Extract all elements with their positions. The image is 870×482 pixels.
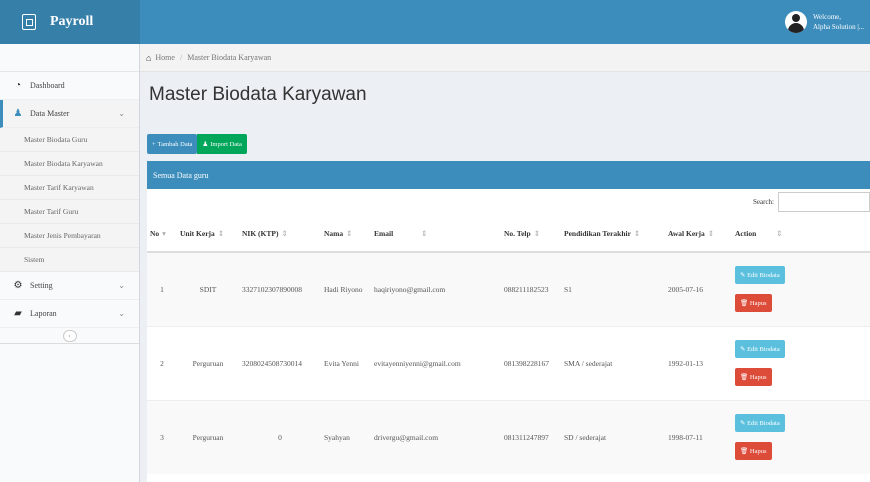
dashboard-icon: ◔ [14, 80, 22, 91]
col-header-nama[interactable]: Nama ⇕ [321, 216, 371, 253]
panel-header: Semua Data guru [147, 161, 870, 189]
sidebar-subitem-biodata-guru[interactable]: Master Biodata Guru [0, 128, 139, 152]
add-data-button[interactable]: + Tambah Data [147, 134, 198, 154]
col-header-awal[interactable]: Awal Kerja ⇕ [665, 216, 732, 253]
page-title: Master Biodata Karyawan [149, 84, 367, 105]
table-row: 1 SDIT 3327102307890008 Hadi Riyono haqi… [147, 251, 870, 326]
import-data-button[interactable]: ♟ Import Data [197, 134, 247, 154]
delete-button[interactable]: 🗑 Hapus [735, 368, 772, 386]
table-row: 3 Perguruan 0 Syahyan drivergu@gmail.com… [147, 399, 870, 474]
sidebar-item-label: Data Master [30, 109, 70, 118]
sidebar-subitem-tarif-karyawan[interactable]: Master Tarif Karyawan [0, 176, 139, 200]
data-table: No ▾ Unit Kerja ⇕ NIK (KTP) ⇕ Nama ⇕ Email ⇕ … [147, 216, 870, 474]
breadcrumb-home[interactable]: Home [155, 53, 175, 62]
user-menu[interactable]: Welcome, Alpha Solution |... [785, 11, 870, 33]
user-icon: ♟ [13, 108, 23, 119]
sidebar-collapse[interactable]: ‹ [0, 328, 139, 344]
sidebar-item-dashboard[interactable]: ◔ Dashboard [0, 72, 139, 100]
col-header-pendidikan[interactable]: Pendidikan Terakhir ⇕ [561, 216, 665, 253]
sidebar-subitem-tarif-guru[interactable]: Master Tarif Guru [0, 200, 139, 224]
gears-icon: ⚙ [13, 280, 23, 291]
sidebar-subitem-biodata-karyawan[interactable]: Master Biodata Karyawan [0, 152, 139, 176]
col-header-action: Action ⇕ [732, 216, 870, 253]
app-brand[interactable]: Payroll [0, 0, 140, 44]
edit-biodata-button[interactable]: ✎ Edit Biodata [735, 340, 785, 358]
sidebar-item-label: Setting [30, 281, 53, 290]
search-label: Search: [753, 198, 774, 206]
plus-icon: + [152, 140, 156, 148]
search-input[interactable] [778, 192, 870, 212]
payroll-logo-icon [22, 14, 36, 30]
user-icon: ♟ [202, 141, 209, 148]
user-greeting: Welcome, [813, 13, 842, 21]
col-header-no[interactable]: No ▾ [147, 216, 177, 253]
sidebar-item-data-master[interactable]: ♟ Data Master ⌄ [0, 100, 139, 128]
user-name: Alpha Solution |... [813, 23, 864, 31]
col-header-email[interactable]: Email ⇕ [371, 216, 501, 253]
table-row: 2 Perguruan 3208024508730014 Evita Yenni… [147, 325, 870, 400]
top-navbar: Payroll Welcome, Alpha Solution |... [0, 0, 870, 44]
panel-title: Semua Data guru [153, 170, 209, 180]
main-content: ⌂ Home / Master Biodata Karyawan Master … [140, 44, 870, 482]
search-box: Search: [753, 192, 870, 212]
panel-body: Search: No ▾ Unit Kerja ⇕ NIK (KTP) ⇕ Nama ⇕… [147, 189, 870, 482]
breadcrumb: ⌂ Home / Master Biodata Karyawan [140, 44, 870, 72]
breadcrumb-current: Master Biodata Karyawan [187, 53, 272, 62]
sidebar-subitem-jenis-pembayaran[interactable]: Master Jenis Pembayaran [0, 224, 139, 248]
col-header-telp[interactable]: No. Telp ⇕ [501, 216, 561, 253]
book-icon: ▰ [14, 308, 22, 319]
collapse-icon: ‹ [62, 329, 77, 342]
col-header-nik[interactable]: NIK (KTP) ⇕ [239, 216, 321, 253]
sidebar-subitem-sistem[interactable]: Sistem [0, 248, 139, 272]
edit-biodata-button[interactable]: ✎ Edit Biodata [735, 414, 785, 433]
chevron-down-icon: ⌄ [118, 109, 125, 118]
delete-button[interactable]: 🗑 Hapus [735, 442, 772, 461]
app-title: Payroll [50, 14, 94, 29]
sidebar: ◔ Dashboard ♟ Data Master ⌄ Master Bioda… [0, 44, 140, 482]
sidebar-item-setting[interactable]: ⚙ Setting ⌄ [0, 272, 139, 300]
chevron-down-icon: ⌄ [118, 309, 125, 318]
home-icon: ⌂ [146, 52, 152, 63]
edit-biodata-button[interactable]: ✎ Edit Biodata [735, 266, 785, 285]
delete-button[interactable]: 🗑 Hapus [735, 294, 772, 313]
sidebar-item-laporan[interactable]: ▰ Laporan ⌄ [0, 300, 139, 328]
col-header-unit[interactable]: Unit Kerja ⇕ [177, 216, 239, 253]
avatar [785, 11, 807, 33]
sidebar-item-label: Laporan [30, 309, 57, 318]
sidebar-item-label: Dashboard [30, 81, 65, 90]
chevron-down-icon: ⌄ [118, 281, 125, 290]
